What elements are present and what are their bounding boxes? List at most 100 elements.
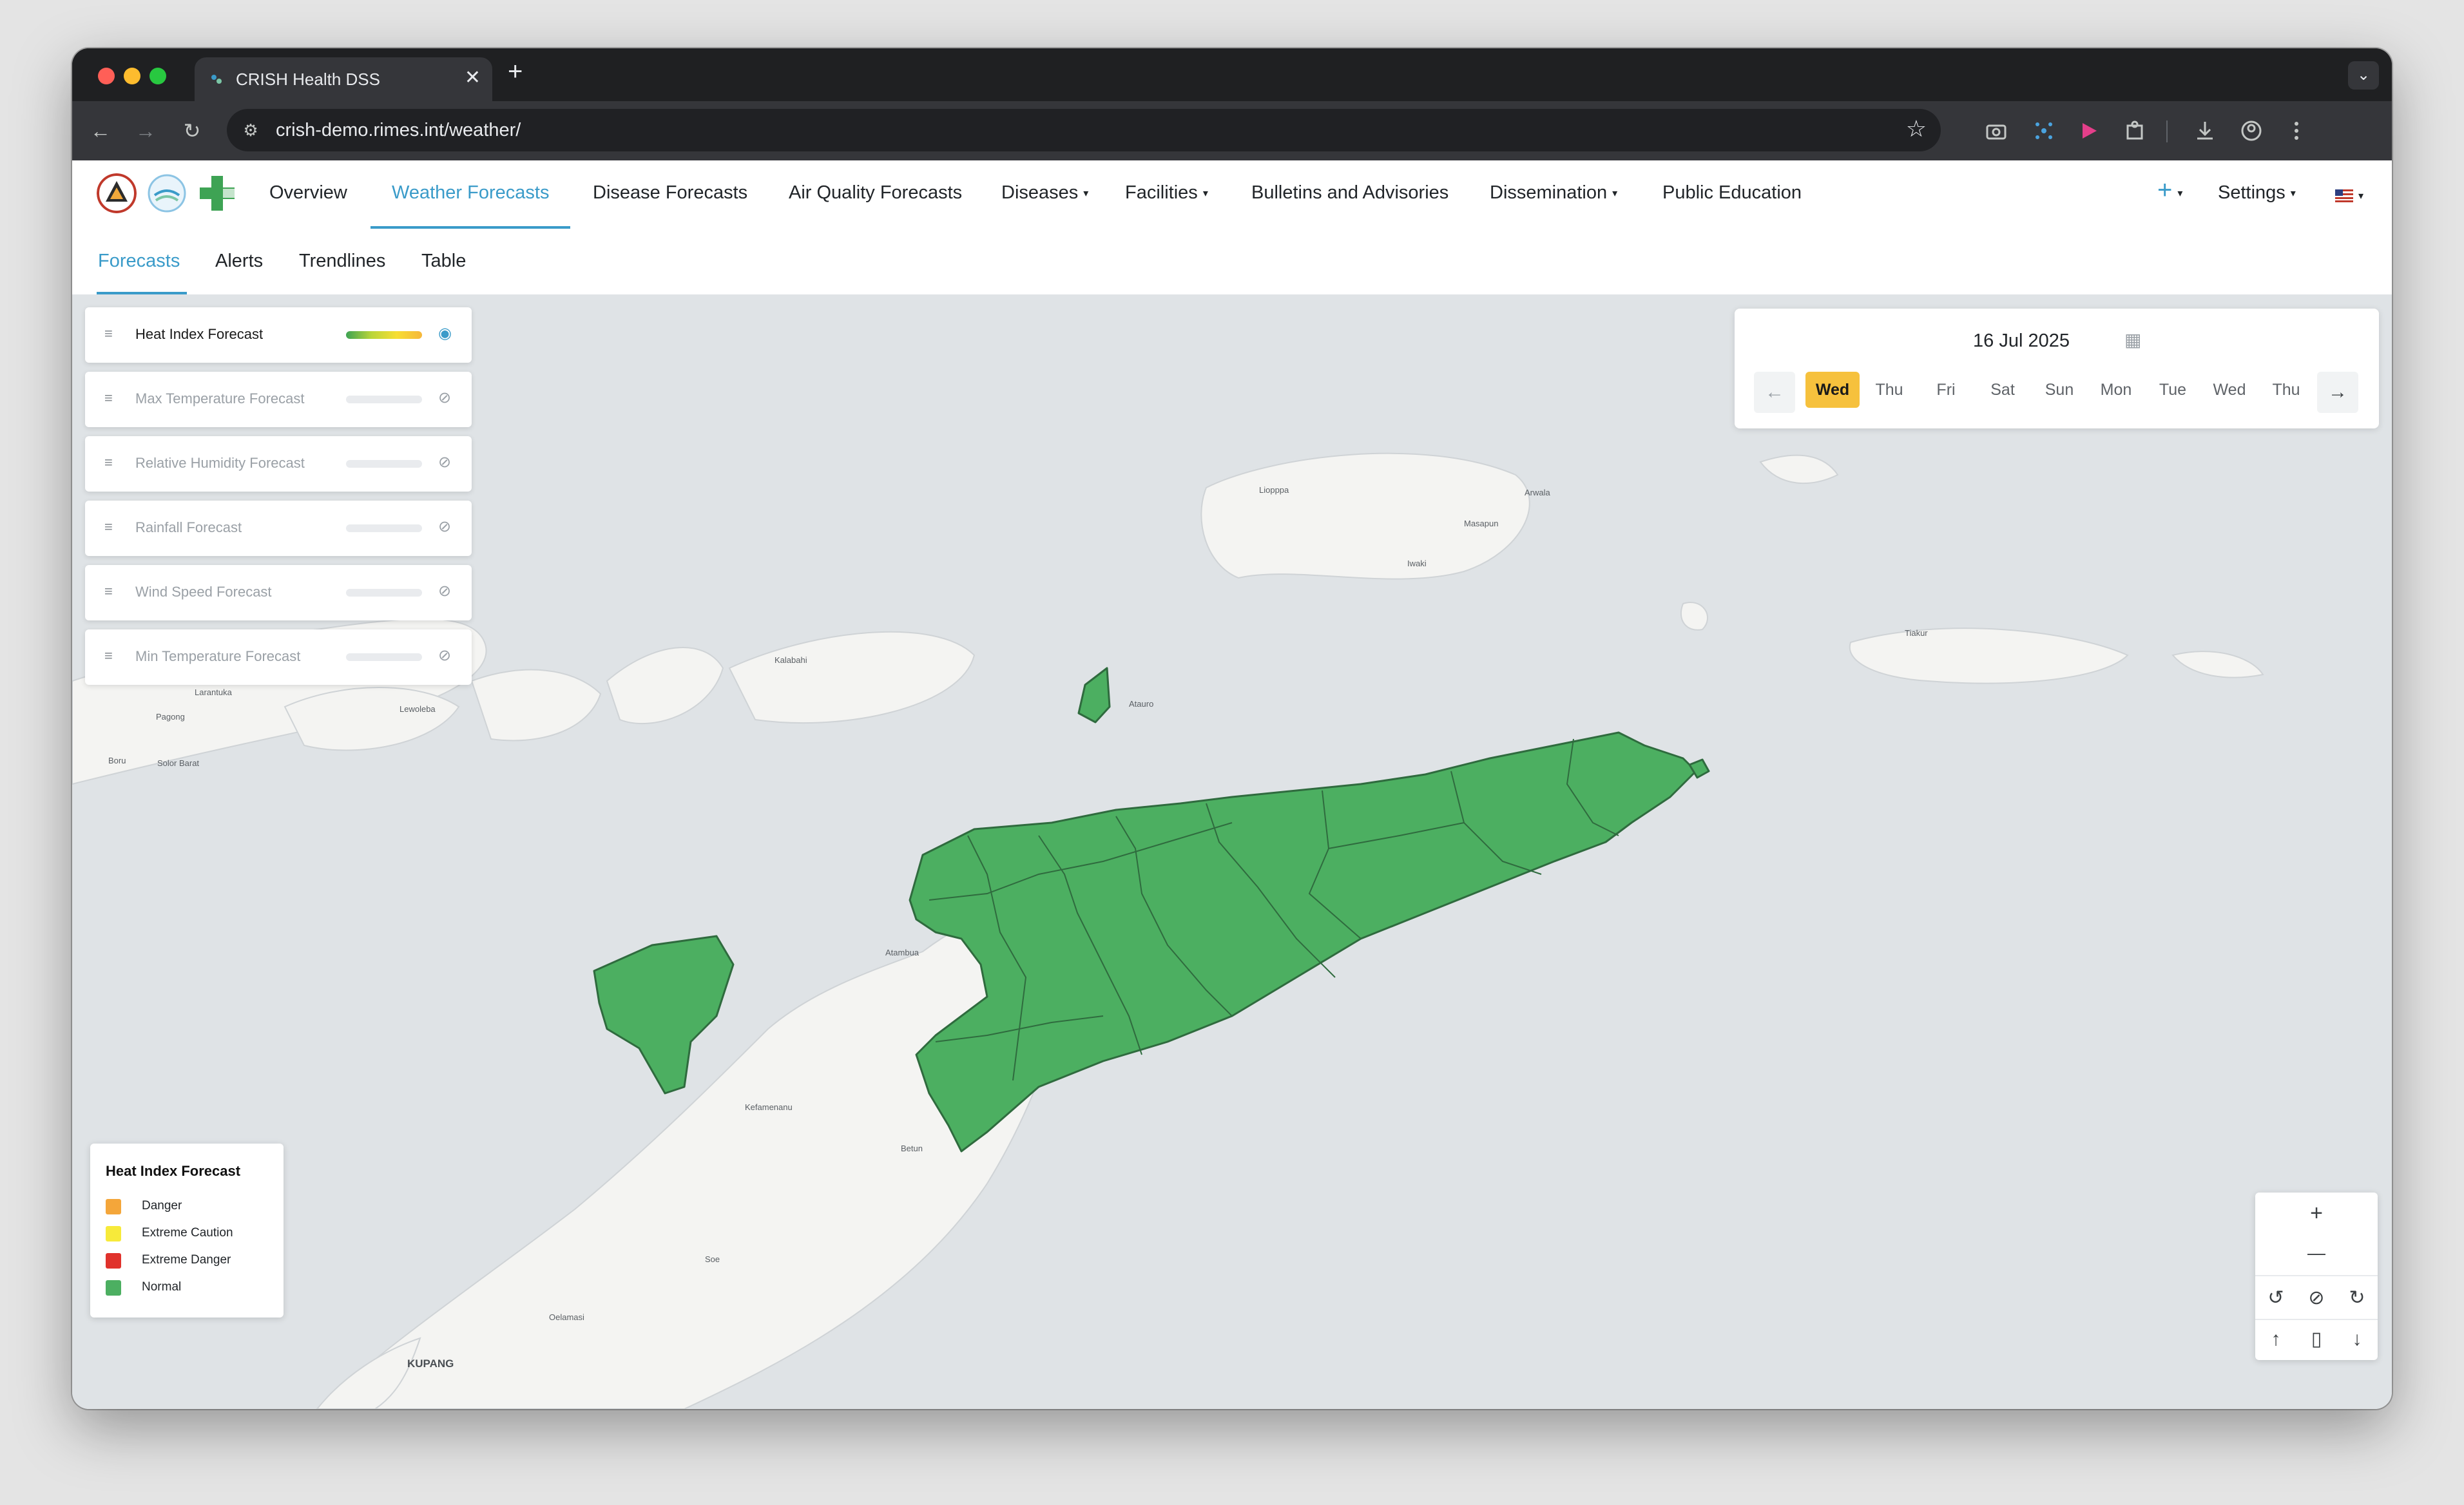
layer-rainfall[interactable]: ≡ Rainfall Forecast ⊘ bbox=[85, 501, 472, 556]
layer-wind-speed[interactable]: ≡ Wind Speed Forecast ⊘ bbox=[85, 565, 472, 620]
land-alor bbox=[728, 631, 976, 724]
tilt-up-icon[interactable]: ↑ bbox=[2257, 1321, 2295, 1357]
calendar-icon[interactable]: ▦ bbox=[2124, 329, 2141, 350]
layer-relative-humidity[interactable]: ≡ Relative Humidity Forecast ⊘ bbox=[85, 436, 472, 492]
day-button[interactable]: Wed bbox=[1805, 372, 1860, 408]
date-picker: 16 Jul 2025 ▦ ← Wed Thu Fri Sat Sun Mon … bbox=[1735, 309, 2379, 428]
land-lembata bbox=[470, 669, 602, 742]
eye-icon[interactable]: ◉ bbox=[438, 324, 452, 343]
map-legend: Heat Index Forecast Danger Extreme Cauti… bbox=[90, 1144, 284, 1318]
next-day-button[interactable]: → bbox=[2317, 372, 2358, 413]
nav-bulletins-and-advisories[interactable]: Bulletins and Advisories bbox=[1251, 182, 1449, 204]
tab-table[interactable]: Table bbox=[421, 251, 466, 272]
new-tab-icon[interactable]: + bbox=[508, 57, 523, 86]
eye-off-icon[interactable]: ⊘ bbox=[438, 582, 451, 600]
camera-icon[interactable] bbox=[1983, 118, 2009, 144]
layer-name: Min Temperature Forecast bbox=[135, 648, 301, 664]
nav-air-quality-forecasts[interactable]: Air Quality Forecasts bbox=[789, 182, 962, 204]
nav-weather-forecasts[interactable]: Weather Forecasts bbox=[392, 182, 549, 204]
ministry-logo[interactable] bbox=[147, 173, 187, 213]
browser-tab[interactable]: CRISH Health DSS ✕ bbox=[195, 57, 492, 101]
nav-public-education[interactable]: Public Education bbox=[1662, 182, 1802, 204]
day-button[interactable]: Thu bbox=[1862, 372, 1916, 408]
drag-handle-icon[interactable]: ≡ bbox=[104, 519, 113, 535]
nav-overview[interactable]: Overview bbox=[269, 182, 347, 204]
close-window-icon[interactable] bbox=[98, 68, 115, 84]
add-menu-button[interactable]: + ▾ bbox=[2157, 176, 2182, 205]
layer-name: Rainfall Forecast bbox=[135, 519, 242, 535]
rotate-left-icon[interactable]: ↺ bbox=[2257, 1280, 2295, 1316]
address-bar[interactable]: ⚙ crish-demo.rimes.int/weather/ ☆ bbox=[227, 109, 1941, 151]
layer-max-temperature[interactable]: ≡ Max Temperature Forecast ⊘ bbox=[85, 372, 472, 427]
day-button[interactable]: Sat bbox=[1976, 372, 2030, 408]
day-button[interactable]: Sun bbox=[2032, 372, 2086, 408]
land-pantar bbox=[606, 646, 724, 725]
day-button[interactable]: Mon bbox=[2089, 372, 2143, 408]
download-icon[interactable] bbox=[2192, 118, 2218, 144]
map-label: Pagong bbox=[156, 712, 185, 722]
tilt-down-icon[interactable]: ↓ bbox=[2338, 1321, 2376, 1357]
tab-close-icon[interactable]: ✕ bbox=[465, 66, 481, 89]
layer-heat-index[interactable]: ≡ Heat Index Forecast ◉ bbox=[85, 307, 472, 363]
browser-menu-icon[interactable] bbox=[2284, 118, 2309, 144]
rotate-right-icon[interactable]: ↻ bbox=[2338, 1280, 2376, 1316]
health-cross-logo[interactable] bbox=[197, 173, 237, 213]
selected-date[interactable]: 16 Jul 2025 bbox=[1973, 331, 2070, 352]
tab-trendlines[interactable]: Trendlines bbox=[299, 251, 385, 272]
tab-search-icon[interactable]: ⌄ bbox=[2348, 61, 2379, 90]
eye-off-icon[interactable]: ⊘ bbox=[438, 517, 451, 536]
tab-forecasts[interactable]: Forecasts bbox=[98, 251, 180, 272]
layer-min-temperature[interactable]: ≡ Min Temperature Forecast ⊘ bbox=[85, 629, 472, 685]
prev-day-button[interactable]: ← bbox=[1754, 372, 1795, 413]
drag-handle-icon[interactable]: ≡ bbox=[104, 390, 113, 407]
media-extension-icon[interactable] bbox=[2076, 118, 2102, 144]
nav-disease-forecasts[interactable]: Disease Forecasts bbox=[593, 182, 747, 204]
nav-diseases[interactable]: Diseases ▾ bbox=[1001, 182, 1088, 204]
plus-icon: + bbox=[2157, 176, 2173, 204]
day-button[interactable]: Wed bbox=[2202, 372, 2257, 408]
profile-icon[interactable] bbox=[2238, 118, 2264, 144]
weather-map[interactable]: Liopppa Arwala Masapun Iwaki Kalabahi La… bbox=[72, 294, 2392, 1409]
nav-facilities[interactable]: Facilities ▾ bbox=[1125, 182, 1208, 204]
timor-leste-emblem-logo[interactable] bbox=[97, 173, 137, 213]
control-divider bbox=[2255, 1319, 2378, 1320]
settings-menu[interactable]: Settings ▾ bbox=[2218, 182, 2296, 204]
browser-window: CRISH Health DSS ✕ + ⌄ ← → ↻ ⚙ crish-dem… bbox=[72, 48, 2392, 1409]
layer-color-bar bbox=[346, 331, 422, 339]
layer-name: Wind Speed Forecast bbox=[135, 584, 272, 600]
language-selector[interactable]: ▾ bbox=[2335, 185, 2363, 206]
extension-sparkle-icon[interactable] bbox=[2031, 118, 2057, 144]
drag-handle-icon[interactable]: ≡ bbox=[104, 454, 113, 471]
bookmark-star-icon[interactable]: ☆ bbox=[1906, 115, 1927, 142]
compass-icon[interactable]: ⊘ bbox=[2297, 1280, 2336, 1316]
eye-off-icon[interactable]: ⊘ bbox=[438, 388, 451, 407]
day-button[interactable]: Fri bbox=[1919, 372, 1973, 408]
chevron-down-icon: ▾ bbox=[2358, 191, 2364, 202]
maximize-window-icon[interactable] bbox=[149, 68, 166, 84]
forward-icon[interactable]: → bbox=[133, 118, 159, 144]
chevron-down-icon: ▾ bbox=[2290, 188, 2296, 199]
nav-facilities-label: Facilities bbox=[1125, 182, 1198, 203]
drag-handle-icon[interactable]: ≡ bbox=[104, 583, 113, 600]
nav-dissemination[interactable]: Dissemination ▾ bbox=[1490, 182, 1617, 204]
day-button[interactable]: Thu bbox=[2259, 372, 2313, 408]
zoom-out-button[interactable]: — bbox=[2297, 1235, 2336, 1271]
site-info-icon[interactable]: ⚙ bbox=[238, 118, 263, 142]
drag-handle-icon[interactable]: ≡ bbox=[104, 325, 113, 342]
tab-alerts[interactable]: Alerts bbox=[215, 251, 263, 272]
back-icon[interactable]: ← bbox=[88, 118, 113, 144]
url-text[interactable]: crish-demo.rimes.int/weather/ bbox=[276, 120, 521, 141]
minimize-window-icon[interactable] bbox=[124, 68, 140, 84]
extensions-puzzle-icon[interactable] bbox=[2122, 118, 2148, 144]
chevron-down-icon: ▾ bbox=[1612, 188, 1618, 199]
land-wetar bbox=[1200, 452, 1530, 580]
legend-title: Heat Index Forecast bbox=[106, 1163, 241, 1179]
eye-off-icon[interactable]: ⊘ bbox=[438, 646, 451, 665]
zoom-in-button[interactable]: + bbox=[2297, 1195, 2336, 1231]
page-icon[interactable]: ▯ bbox=[2297, 1321, 2336, 1357]
reload-icon[interactable]: ↻ bbox=[179, 118, 205, 144]
day-button[interactable]: Tue bbox=[2146, 372, 2200, 408]
layer-color-bar bbox=[346, 396, 422, 403]
eye-off-icon[interactable]: ⊘ bbox=[438, 453, 451, 472]
drag-handle-icon[interactable]: ≡ bbox=[104, 647, 113, 664]
